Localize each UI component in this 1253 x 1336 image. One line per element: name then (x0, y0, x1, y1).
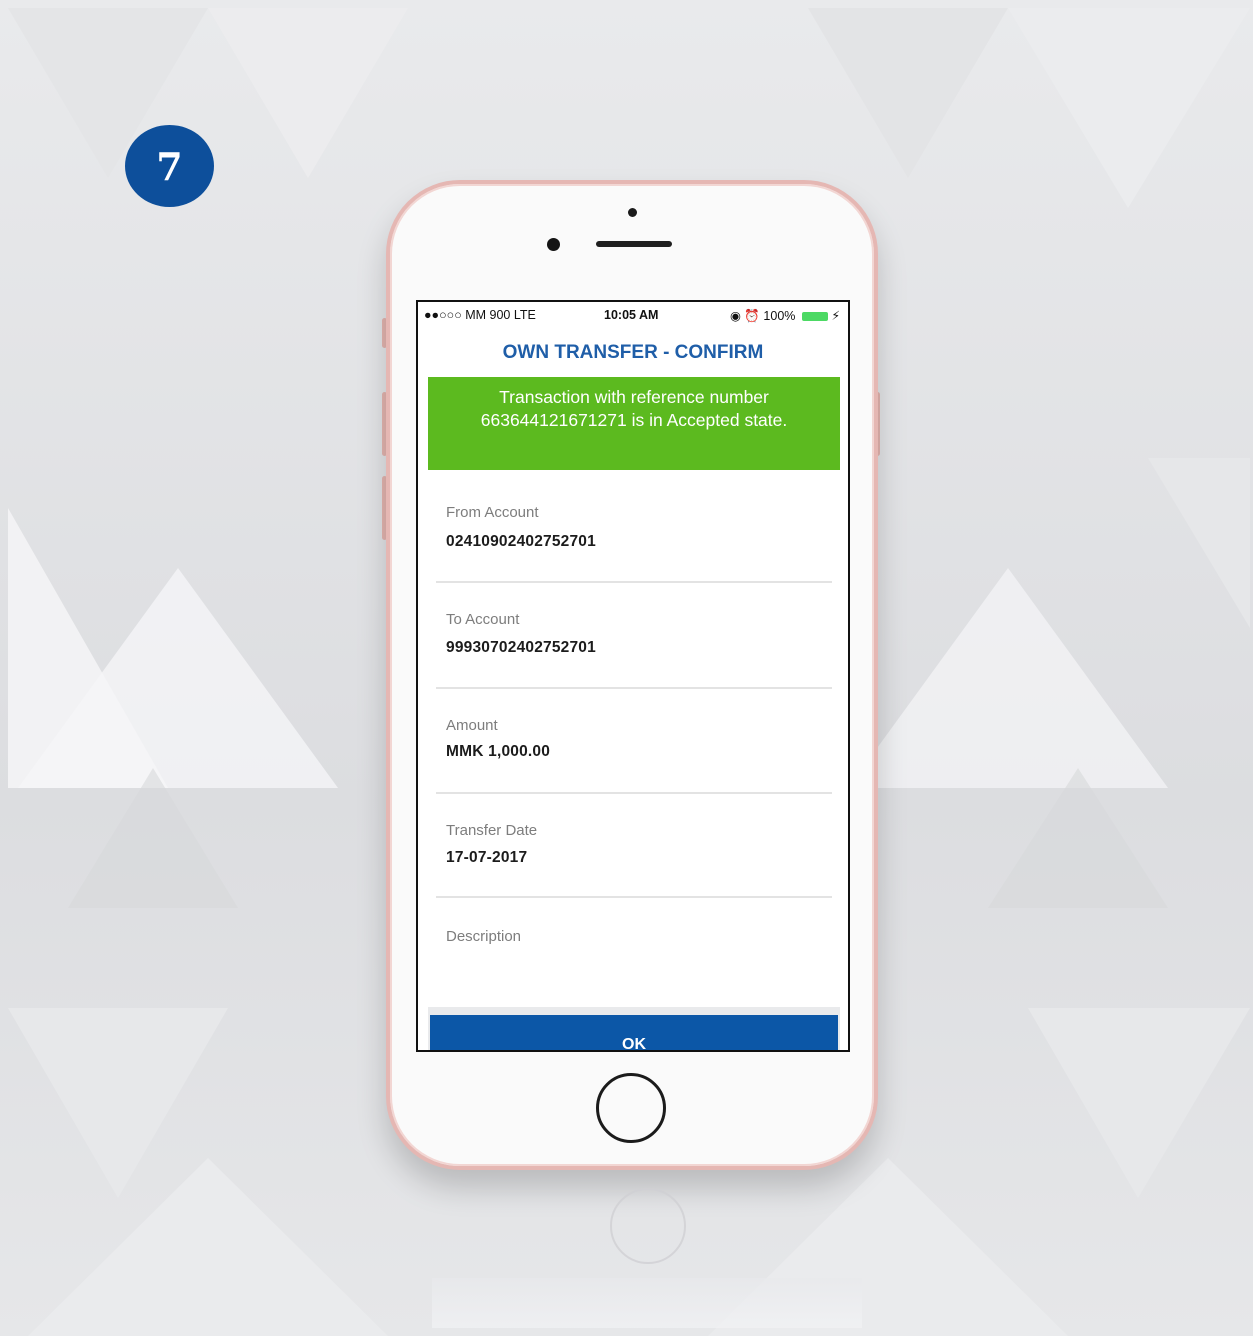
charging-icon: ⚡ (831, 309, 841, 323)
transfer-date-field: Transfer Date 17-07-2017 (428, 793, 840, 899)
description-label: Description (446, 928, 522, 945)
amount-value: MMK 1,000.00 (446, 743, 551, 760)
from-account-label: From Account (446, 504, 539, 521)
status-indicators: ◉ ⏰ 100% (730, 309, 796, 323)
step-number-badge: 7 (125, 125, 214, 207)
amount-field: Amount MMK 1,000.00 (428, 688, 840, 794)
phone-screen: ●●○○○ MM 900 LTE 10:05 AM ◉ ⏰ 100% ⚡ OWN… (416, 300, 850, 1052)
banner-line-2: 663644121671271 is in Accepted state. (480, 410, 788, 430)
ok-button[interactable]: OK (430, 1015, 838, 1050)
amount-label: Amount (446, 717, 498, 734)
battery-icon (801, 312, 828, 321)
details-card: From Account 02410902402752701 To Accoun… (428, 470, 840, 1007)
from-account-field: From Account 02410902402752701 (428, 470, 840, 576)
transfer-date-value: 17-07-2017 (446, 849, 528, 866)
success-banner: Transaction with reference number 663644… (428, 377, 840, 470)
home-button (596, 1073, 666, 1143)
from-account-value: 02410902402752701 (446, 533, 596, 550)
content-area: Transaction with reference number 663644… (428, 377, 840, 1050)
carrier-signal: ●●○○○ MM 900 LTE (424, 308, 536, 322)
home-button-reflection (610, 1188, 686, 1264)
status-right: ◉ ⏰ 100% ⚡ (730, 308, 840, 324)
status-bar: ●●○○○ MM 900 LTE 10:05 AM ◉ ⏰ 100% ⚡ (418, 308, 848, 326)
description-field: Description (428, 897, 840, 1003)
transfer-date-label: Transfer Date (446, 822, 538, 839)
to-account-label: To Account (446, 611, 520, 628)
front-camera (547, 238, 560, 251)
to-account-value: 99930702402752701 (446, 639, 596, 656)
to-account-field: To Account 99930702402752701 (428, 582, 840, 688)
page-title: OWN TRANSFER - CONFIRM (502, 342, 764, 363)
status-time: 10:05 AM (604, 308, 659, 322)
phone-reflection (432, 1278, 862, 1328)
earpiece-speaker (596, 241, 672, 247)
proximity-sensor (628, 208, 637, 217)
banner-line-1: Transaction with reference number (499, 387, 769, 407)
